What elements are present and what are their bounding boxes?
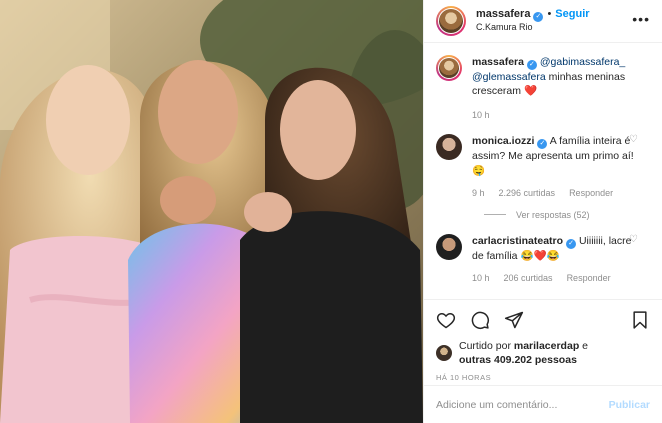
post-side-panel: massafera ✓ • Seguir C.Kamura Rio ••• massa… <box>423 0 662 423</box>
add-comment-bar: Adicione um comentário... Publicar <box>424 385 662 423</box>
more-options-icon[interactable]: ••• <box>632 11 650 27</box>
comment-input[interactable]: Adicione um comentário... <box>436 399 609 411</box>
heart-emoji: ❤️ <box>523 85 538 98</box>
comment-likes[interactable]: 206 curtidas <box>504 273 553 283</box>
caption-mention[interactable]: @gabimassafera_ <box>540 56 625 68</box>
comment-item: carlacristinateatro ✓ Uiiiiiii, lacre de … <box>436 233 650 283</box>
replies-divider <box>484 214 506 216</box>
comment-avatar[interactable] <box>436 134 462 161</box>
likes-summary: Curtido por marilacerdap e outras 409.20… <box>436 339 650 367</box>
comment-reply-button[interactable]: Responder <box>567 273 611 283</box>
post-photo-illustration <box>0 0 423 423</box>
caption-text: massafera ✓ @gabimassafera_ @glemassafera… <box>472 55 650 98</box>
comment-username[interactable]: carlacristinateatro <box>472 235 563 247</box>
instagram-post-modal: massafera ✓ • Seguir C.Kamura Rio ••• massa… <box>0 0 662 423</box>
comment-reply-button[interactable]: Responder <box>569 188 613 198</box>
likes-prefix: Curtido por <box>459 340 514 352</box>
liker-avatar[interactable] <box>436 345 452 362</box>
post-photo[interactable] <box>0 0 423 423</box>
caption-mention[interactable]: @glemassafera <box>472 71 546 83</box>
comment-likes[interactable]: 2.296 curtidas <box>499 188 556 198</box>
author-avatar-story-ring[interactable] <box>436 6 466 36</box>
caption-username[interactable]: massafera <box>472 56 524 68</box>
likes-others-count[interactable]: outras 409.202 pessoas <box>459 354 577 366</box>
likes-conj: e <box>579 340 588 352</box>
verified-badge-icon: ✓ <box>566 238 577 249</box>
paper-plane-icon[interactable] <box>504 310 524 330</box>
post-location[interactable]: C.Kamura Rio <box>476 22 590 33</box>
author-username[interactable]: massafera <box>476 8 530 20</box>
verified-badge-icon: ✓ <box>533 12 544 23</box>
comment-time: 10 h <box>472 272 490 283</box>
comment-username[interactable]: monica.iozzi <box>472 135 534 147</box>
post-header: massafera ✓ • Seguir C.Kamura Rio ••• <box>424 0 662 43</box>
author-avatar <box>439 9 463 33</box>
liker-username[interactable]: marilacerdap <box>514 340 579 352</box>
view-replies-button[interactable]: Ver respostas (52) <box>484 210 650 220</box>
heart-icon[interactable] <box>436 310 456 330</box>
verified-badge-icon: ✓ <box>526 60 537 70</box>
comment-like-heart-icon[interactable]: ♡ <box>629 134 638 145</box>
separator-dot: • <box>547 8 552 21</box>
follow-button[interactable]: Seguir <box>555 8 589 20</box>
caption-avatar[interactable] <box>436 55 462 81</box>
verified-badge-icon: ✓ <box>537 139 548 150</box>
bookmark-icon[interactable] <box>630 310 650 330</box>
post-timestamp[interactable]: HÁ 10 HORAS <box>436 373 650 382</box>
comment-time: 9 h <box>472 187 485 198</box>
post-actions: Curtido por marilacerdap e outras 409.20… <box>424 299 662 385</box>
caption-block: massafera ✓ @gabimassafera_ @glemassafera… <box>436 55 650 120</box>
caption-time: 10 h <box>472 110 490 121</box>
view-replies-label: Ver respostas (52) <box>516 209 590 220</box>
comment-bubble-icon[interactable] <box>470 310 490 330</box>
publish-button[interactable]: Publicar <box>609 399 650 411</box>
comment-avatar[interactable] <box>436 233 462 260</box>
comment-like-heart-icon[interactable]: ♡ <box>629 234 638 245</box>
comment-item: monica.iozzi ✓ A família inteira é assim?… <box>436 134 650 198</box>
comments-list: massafera ✓ @gabimassafera_ @glemassafera… <box>424 43 662 299</box>
